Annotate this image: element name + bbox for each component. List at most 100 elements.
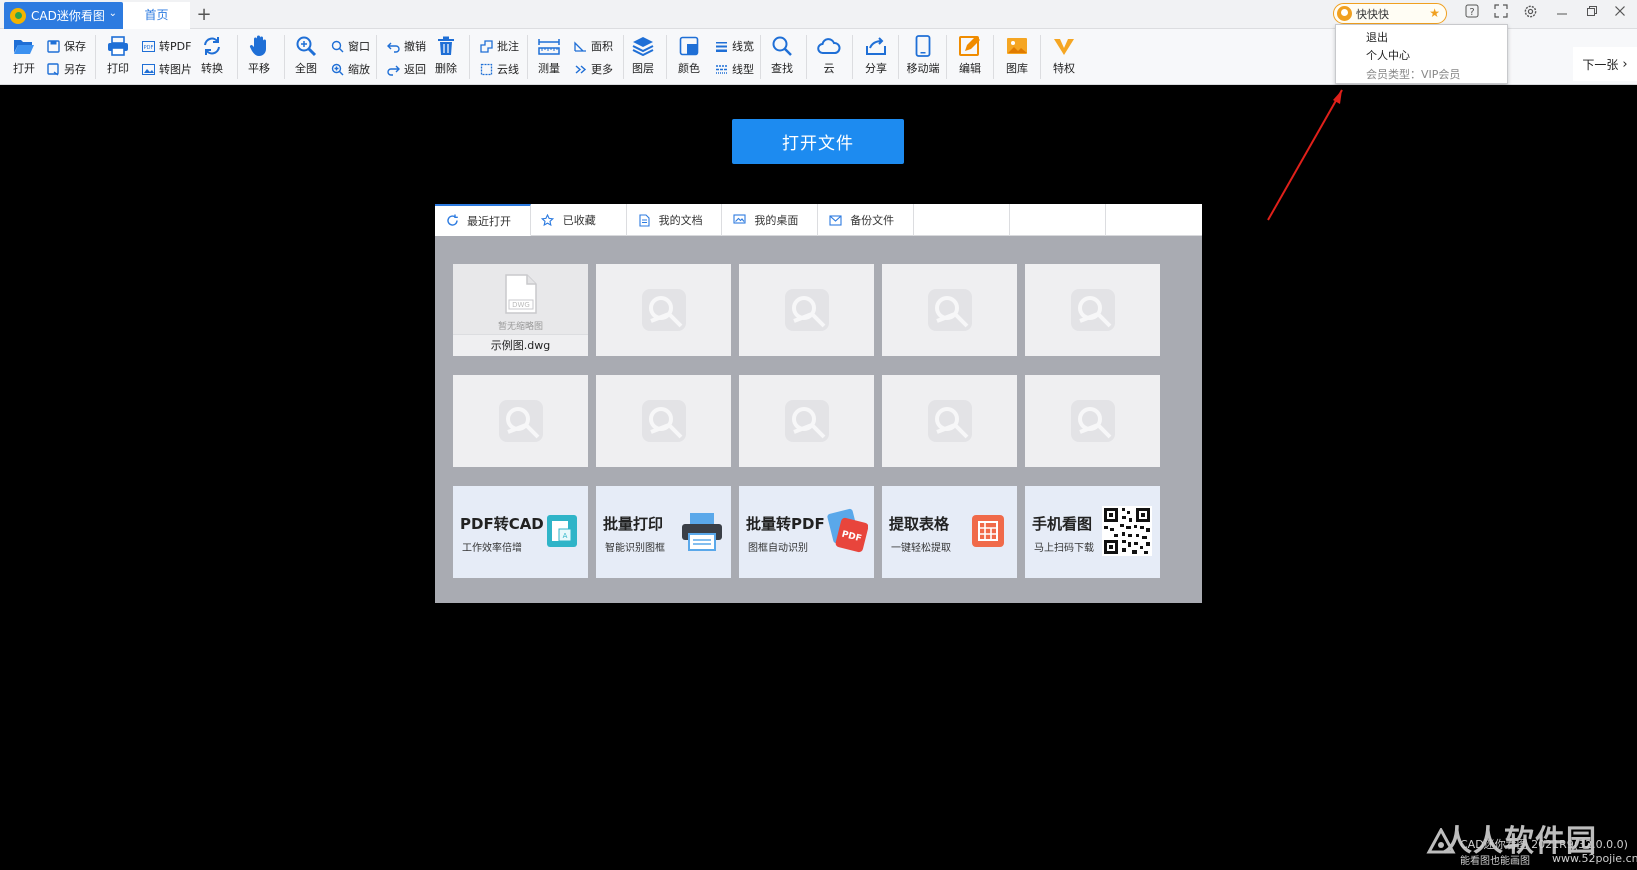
undo-label: 撤销 — [404, 40, 426, 53]
layers-button[interactable]: 图层 — [629, 31, 657, 83]
promo-title: 手机看图 — [1032, 515, 1093, 533]
tab-empty — [1010, 204, 1106, 236]
tab-favorites[interactable]: 已收藏 — [531, 204, 627, 236]
folder-open-icon — [12, 33, 36, 59]
color-button[interactable]: 颜色 — [675, 31, 703, 83]
delete-button[interactable]: 删除 — [432, 31, 460, 83]
line-width-button[interactable]: 线宽 — [714, 37, 754, 55]
mobile-button[interactable]: 移动端 — [905, 31, 941, 83]
fullscreen-icon[interactable] — [1490, 4, 1512, 24]
fit-all-label: 全图 — [295, 62, 317, 75]
layers-label: 图层 — [632, 62, 654, 75]
image-icon — [141, 62, 155, 76]
pan-label: 平移 — [248, 62, 270, 75]
open-file-button[interactable]: 打开文件 — [732, 119, 904, 164]
help-icon[interactable]: ? — [1461, 4, 1483, 24]
star-icon — [541, 213, 555, 227]
tab-my-documents[interactable]: 我的文档 — [627, 204, 723, 236]
line-type-icon — [714, 62, 728, 76]
edit-button[interactable]: 编辑 — [956, 31, 984, 83]
save-as-button[interactable]: 另存 — [46, 60, 86, 78]
convert-button[interactable]: 转换 — [198, 31, 226, 83]
promo-extract-table[interactable]: 提取表格 一键轻松提取 — [882, 486, 1017, 578]
print-button[interactable]: 打印 — [104, 31, 132, 83]
tab-recent[interactable]: 最近打开 — [435, 204, 531, 236]
annotate-button[interactable]: 批注 — [479, 37, 519, 55]
empty-file-slot — [882, 375, 1017, 467]
close-icon[interactable] — [1609, 4, 1631, 24]
chevron-right-icon: › — [1622, 56, 1628, 72]
placeholder-image-icon — [1071, 400, 1115, 442]
back-button[interactable]: 返回 — [386, 60, 426, 78]
tab-backup-files[interactable]: 备份文件 — [818, 204, 914, 236]
save-button[interactable]: 保存 — [46, 37, 86, 55]
toolbar-divider — [898, 35, 899, 79]
zoom-button[interactable]: 缩放 — [330, 60, 370, 78]
user-account-button[interactable]: 快快快 ★ — [1333, 3, 1447, 24]
file-name: 示例图.dwg — [453, 334, 588, 356]
promo-title: 提取表格 — [889, 515, 950, 533]
toolbar-divider — [376, 35, 377, 79]
vip-icon — [1052, 33, 1076, 59]
edit-label: 编辑 — [959, 62, 981, 75]
window-zoom-button[interactable]: 窗口 — [330, 37, 370, 55]
hand-icon — [247, 33, 271, 59]
toolbar-divider — [806, 35, 807, 79]
trash-icon — [434, 33, 458, 59]
line-type-button[interactable]: 线型 — [714, 60, 754, 78]
empty-file-slot — [453, 375, 588, 467]
mobile-label: 移动端 — [906, 62, 940, 75]
color-label: 颜色 — [678, 62, 700, 75]
share-button[interactable]: 分享 — [862, 31, 890, 83]
save-icon — [46, 39, 60, 53]
restore-icon[interactable] — [1581, 4, 1603, 24]
find-button[interactable]: 查找 — [768, 31, 796, 83]
to-image-button[interactable]: 转图片 — [141, 60, 192, 78]
recent-file-card[interactable]: DWG 暂无缩略图 示例图.dwg — [453, 264, 588, 356]
gear-icon[interactable] — [1519, 4, 1541, 24]
area-button[interactable]: 面积 — [573, 37, 613, 55]
undo-button[interactable]: 撤销 — [386, 37, 426, 55]
svg-text:PDF: PDF — [143, 45, 153, 51]
tab-empty — [914, 204, 1010, 236]
tab-home[interactable]: 首页 — [123, 2, 190, 30]
next-drawing-button[interactable]: 下一张 › — [1573, 47, 1637, 81]
empty-file-slot — [1025, 375, 1160, 467]
toolbar-divider — [1040, 35, 1041, 79]
promo-pdf-to-cad[interactable]: PDF转CAD 工作效率倍增 A — [453, 486, 588, 578]
privilege-label: 特权 — [1053, 62, 1075, 75]
zoom-in-icon — [330, 62, 344, 76]
placeholder-image-icon — [785, 400, 829, 442]
fit-all-button[interactable]: 全图 — [292, 31, 320, 83]
gallery-button[interactable]: 图库 — [1003, 31, 1031, 83]
redo-icon — [386, 62, 400, 76]
promo-title: PDF转CAD — [460, 515, 544, 533]
more-button[interactable]: 更多 — [573, 60, 613, 78]
annotate-icon — [479, 39, 493, 53]
menu-item-profile[interactable]: 个人中心 — [1366, 47, 1410, 63]
minimize-icon[interactable] — [1551, 4, 1573, 24]
new-tab-button[interactable]: + — [194, 4, 214, 26]
measure-button[interactable]: 测量 — [535, 31, 563, 83]
menu-item-logout[interactable]: 退出 — [1366, 29, 1388, 45]
promo-batch-print[interactable]: 批量打印 智能识别图框 — [596, 486, 731, 578]
print-label: 打印 — [107, 62, 129, 75]
measure-label: 测量 — [538, 62, 560, 75]
tab-my-desktop[interactable]: 我的桌面 — [722, 204, 819, 236]
pan-button[interactable]: 平移 — [245, 31, 273, 83]
panel-tabs: 最近打开 已收藏 我的文档 我的桌面 备份文件 — [435, 204, 1202, 236]
promo-mobile-download[interactable]: 手机看图 马上扫码下载 — [1025, 486, 1160, 578]
placeholder-image-icon — [1071, 289, 1115, 331]
cloud-line-button[interactable]: 云线 — [479, 60, 519, 78]
phone-icon — [911, 33, 935, 59]
promo-batch-to-pdf[interactable]: 批量转PDF 图框自动识别 PDF — [739, 486, 874, 578]
cloud-line-label: 云线 — [497, 63, 519, 76]
watermark-url: www.52pojie.cn — [1552, 852, 1637, 865]
placeholder-image-icon — [642, 400, 686, 442]
to-pdf-button[interactable]: PDF 转PDF — [141, 37, 191, 55]
app-menu-button[interactable]: CAD迷你看图 ⌄ — [4, 2, 123, 29]
open-button[interactable]: 打开 — [10, 31, 38, 83]
privilege-button[interactable]: 特权 — [1050, 31, 1078, 83]
cloud-button[interactable]: 云 — [815, 31, 843, 83]
tab-label: 我的桌面 — [754, 214, 799, 227]
